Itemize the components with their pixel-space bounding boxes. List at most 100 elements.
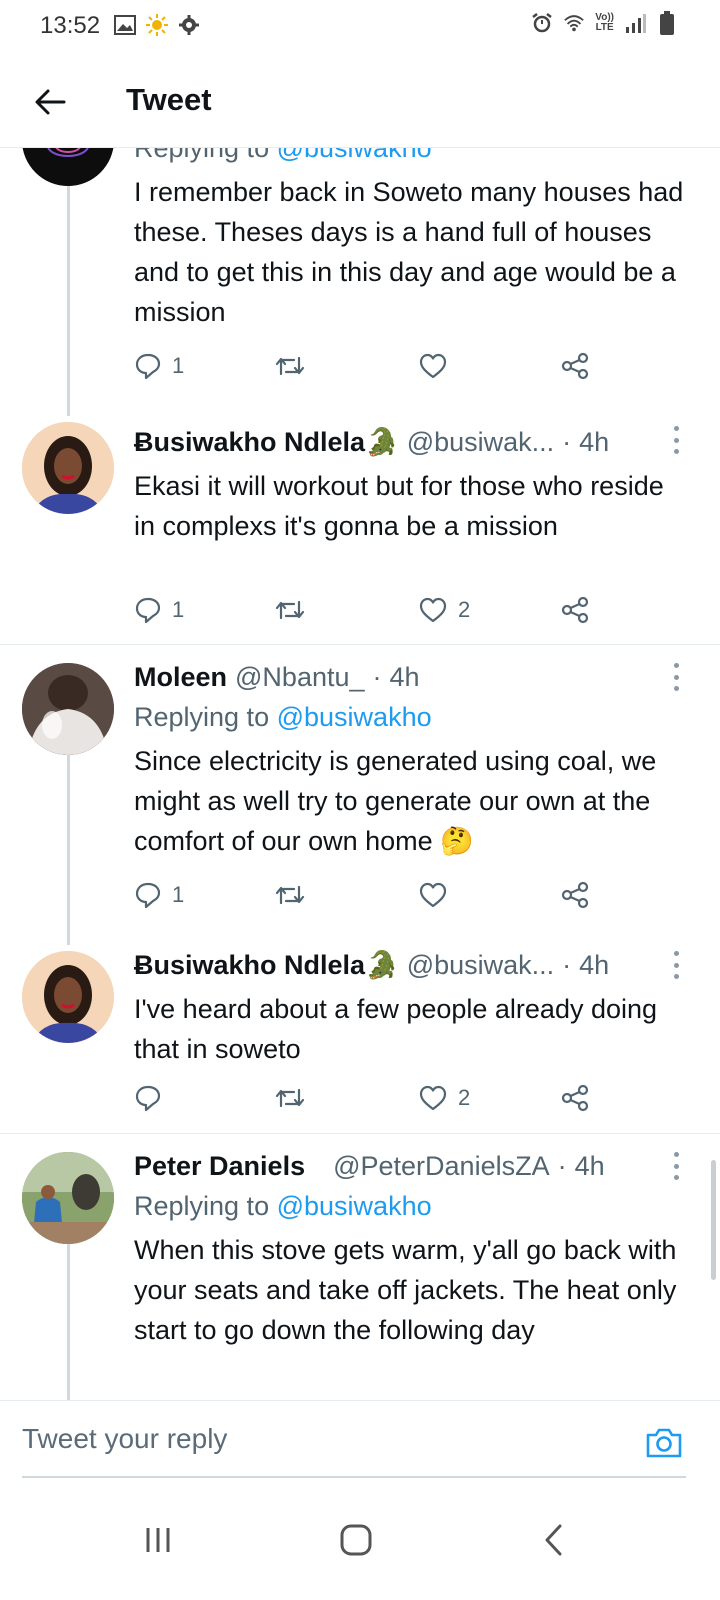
- tweet-text: I've heard about a few people already do…: [134, 994, 658, 1064]
- mention-link[interactable]: @busiwakho: [277, 702, 432, 732]
- tweet-time: 4h: [579, 426, 610, 457]
- back-button[interactable]: [28, 80, 72, 124]
- wifi-icon: [563, 12, 585, 34]
- display-name[interactable]: Ƀusiwakho Ndlela🐊: [134, 949, 399, 981]
- display-name[interactable]: Moleen: [134, 662, 227, 693]
- tweet[interactable]: Moleen @Nbantu_ · 4h Replying to @busiwa…: [0, 645, 720, 945]
- separator-dot: ·: [562, 949, 572, 980]
- reply-button[interactable]: 1: [134, 346, 184, 386]
- alarm-icon: [531, 12, 553, 34]
- share-button[interactable]: [560, 875, 590, 915]
- volte-icon: Vo)) LTE: [595, 12, 614, 33]
- tweet-text: When this stove gets warm, y'all go back…: [134, 1235, 677, 1345]
- input-underline: [22, 1476, 686, 1478]
- retweet-button[interactable]: [274, 590, 316, 630]
- thread-line: [67, 186, 70, 416]
- share-button[interactable]: [560, 346, 590, 386]
- system-back-button[interactable]: [524, 1510, 584, 1570]
- heart-icon: [419, 353, 447, 379]
- more-options-icon[interactable]: [666, 1152, 686, 1180]
- status-bar: 13:52 Vo)) LTE: [0, 0, 720, 52]
- tweet-header: Moleen @Nbantu_ · 4h: [134, 657, 692, 697]
- retweet-button[interactable]: [274, 346, 316, 386]
- user-handle[interactable]: @PeterDanielsZA: [333, 1151, 550, 1182]
- tweet-actions: 2: [134, 1078, 604, 1118]
- tweet[interactable]: Peter Daniels @PeterDanielsZA · 4h Reply…: [0, 1134, 720, 1400]
- like-button[interactable]: [418, 346, 458, 386]
- home-button[interactable]: [326, 1510, 386, 1570]
- replying-label: Replying to: [134, 702, 270, 732]
- more-options-icon[interactable]: [666, 663, 686, 691]
- avatar[interactable]: [22, 148, 114, 186]
- tweet-header: Peter Daniels @PeterDanielsZA · 4h: [134, 1146, 692, 1186]
- like-button[interactable]: [418, 875, 458, 915]
- reply-button[interactable]: 1: [134, 875, 184, 915]
- avatar[interactable]: [22, 422, 114, 514]
- mention-link[interactable]: @busiwakho: [277, 1191, 432, 1221]
- camera-button[interactable]: [644, 1423, 684, 1463]
- mention-link[interactable]: @busiwakho: [277, 148, 432, 163]
- gear-icon: [178, 14, 200, 36]
- share-button[interactable]: [560, 590, 590, 630]
- retweet-icon: [275, 356, 305, 376]
- tweet[interactable]: Replying to @busiwakho I remember back i…: [0, 148, 720, 416]
- user-handle[interactable]: @Nbantu_: [235, 662, 365, 693]
- display-name[interactable]: Ƀusiwakho Ndlela🐊: [134, 426, 399, 458]
- avatar[interactable]: [22, 951, 114, 1043]
- tweet-text: Since electricity is generated using coa…: [134, 746, 657, 856]
- tweet[interactable]: Ƀusiwakho Ndlela🐊 @busiwak... · 4h Ekasi…: [0, 416, 720, 644]
- home-icon: [340, 1524, 372, 1556]
- tweet-actions: 1: [134, 875, 604, 915]
- scrollbar[interactable]: [711, 1160, 716, 1280]
- retweet-button[interactable]: [274, 1078, 316, 1118]
- signal-icon: [624, 12, 646, 34]
- heart-icon: [419, 1085, 447, 1111]
- share-icon: [561, 596, 589, 624]
- gallery-icon: [114, 14, 136, 36]
- retweet-icon: [275, 1088, 305, 1108]
- tweet-time: 4h: [389, 661, 420, 692]
- share-icon: [561, 1084, 589, 1112]
- thread-line: [67, 1244, 70, 1400]
- share-button[interactable]: [560, 1078, 590, 1118]
- more-options-icon[interactable]: [666, 426, 686, 454]
- user-handle[interactable]: @busiwak...: [407, 950, 554, 981]
- replying-label: Replying to: [134, 1191, 270, 1221]
- reply-button[interactable]: [134, 1078, 172, 1118]
- tweet-time: 4h: [579, 949, 610, 980]
- reply-composer[interactable]: Tweet your reply: [0, 1400, 720, 1480]
- sun-icon: [146, 14, 168, 36]
- arrow-left-icon: [35, 89, 66, 115]
- comment-icon: [135, 597, 161, 624]
- page-title: Tweet: [126, 82, 212, 117]
- retweet-icon: [275, 600, 305, 620]
- like-button[interactable]: 2: [418, 590, 470, 630]
- tweet[interactable]: Ƀusiwakho Ndlela🐊 @busiwak... · 4h I've …: [0, 945, 720, 1133]
- reply-button[interactable]: 1: [134, 590, 184, 630]
- tweet-text: I remember back in Soweto many houses ha…: [134, 177, 684, 327]
- more-options-icon[interactable]: [666, 951, 686, 979]
- avatar[interactable]: [22, 1152, 114, 1244]
- retweet-button[interactable]: [274, 875, 316, 915]
- display-name[interactable]: Peter Daniels: [134, 1151, 305, 1182]
- comment-icon: [135, 353, 161, 380]
- reply-thread[interactable]: Replying to @busiwakho I remember back i…: [0, 148, 720, 1400]
- back-icon: [545, 1524, 562, 1556]
- tweet-header: Ƀusiwakho Ndlela🐊 @busiwak... · 4h: [134, 422, 692, 462]
- retweet-icon: [275, 885, 305, 905]
- share-icon: [561, 352, 589, 380]
- battery-icon: [656, 11, 678, 35]
- like-count: 2: [458, 1085, 471, 1110]
- separator-dot: ·: [557, 1150, 567, 1181]
- user-handle[interactable]: @busiwak...: [407, 427, 554, 458]
- replying-to: Replying to @busiwakho: [134, 148, 692, 168]
- share-icon: [561, 881, 589, 909]
- replying-to: Replying to @busiwakho: [134, 697, 692, 737]
- top-app-bar: Tweet: [0, 64, 720, 148]
- recent-apps-button[interactable]: [128, 1510, 188, 1570]
- avatar[interactable]: [22, 663, 114, 755]
- reply-input[interactable]: Tweet your reply: [22, 1423, 227, 1455]
- like-button[interactable]: 2: [418, 1078, 470, 1118]
- separator-dot: ·: [562, 426, 572, 457]
- tweet-actions: 1 2: [134, 590, 604, 630]
